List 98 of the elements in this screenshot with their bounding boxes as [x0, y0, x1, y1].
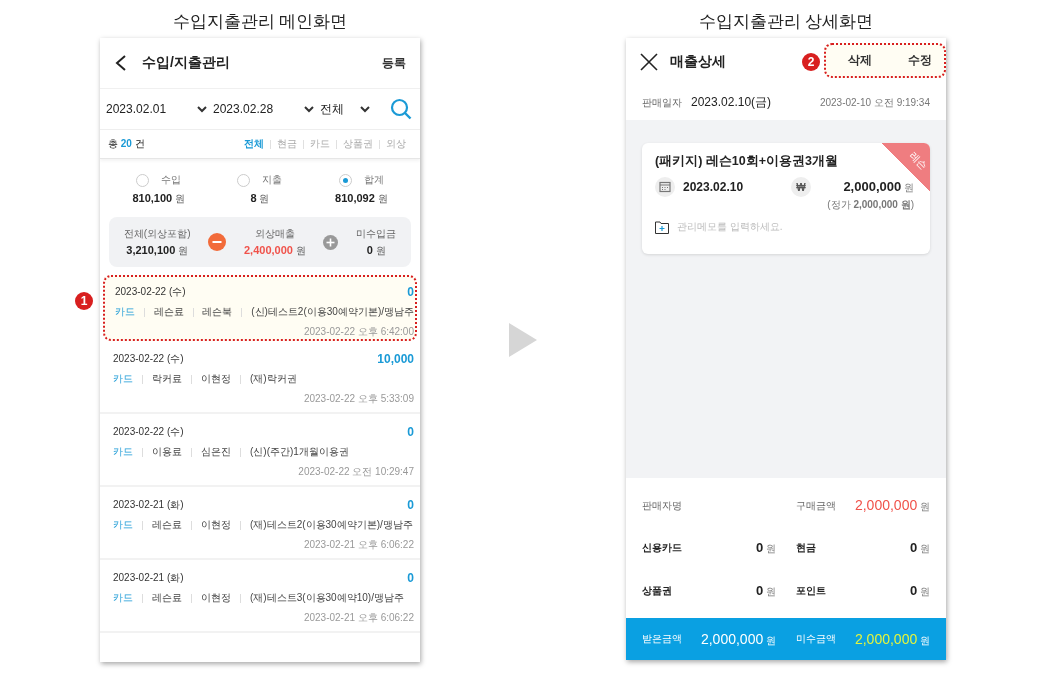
summary-label: 외상매출: [254, 226, 295, 241]
detail-label: 현금: [796, 541, 816, 555]
detail-amount: 2,000,000 원: [854, 497, 930, 514]
transaction-date: 2023-02-21 (화): [113, 498, 184, 512]
transaction-tag: 레슨료: [152, 591, 182, 605]
transaction-tag: 이용료: [152, 445, 182, 459]
transaction-tag: 이현정: [201, 372, 231, 386]
sale-date: 2023.02.10(금): [691, 94, 772, 111]
type-dropdown[interactable]: 전체: [320, 100, 376, 118]
transaction-tag: 이현정: [201, 591, 231, 605]
transaction-tag: (재)테스트3(이용30예약10)/맹남주: [250, 591, 404, 605]
transaction-amount: 10,000: [377, 352, 414, 366]
transaction-row[interactable]: 2023-02-21 (화) 0 카드 레슨료 이현정 (재)테스트3(이용30예약10)/맹남주 2023-02-21 오후 6:06:22: [100, 560, 420, 633]
created-timestamp: 2023-02-10 오전 9:19:34: [819, 95, 930, 110]
transaction-timestamp: 2023-02-22 오후 5:33:09: [303, 392, 414, 406]
footer-label: 받은금액: [642, 632, 682, 646]
transaction-row[interactable]: 2023-02-21 (화) 0 카드 레슨료 이현정 (재)테스트2(이용30예약기본)/맹남주 2023-02-21 오후 6:06:22: [100, 487, 420, 560]
transaction-tag: 심은진: [201, 445, 231, 459]
transaction-timestamp: 2023-02-21 오후 6:06:22: [303, 538, 414, 552]
footer-label: 미수금액: [796, 632, 836, 646]
summary-label: 전체(외상포함): [123, 226, 191, 241]
folder-plus-icon: [655, 220, 669, 234]
transaction-tag: 레슨료: [153, 305, 184, 319]
transaction-tag: (신)테스트2(이용30예약기본)/맹남주: [251, 305, 414, 319]
back-icon[interactable]: [114, 54, 128, 72]
list-price: (정가 2,000,000 원): [827, 199, 914, 210]
transaction-timestamp: 2023-02-22 오후 6:42:00: [303, 325, 414, 339]
chevron-down-icon: [360, 105, 370, 113]
chevron-down-icon: [197, 105, 207, 113]
transaction-timestamp: 2023-02-22 오전 10:29:47: [298, 465, 414, 479]
transaction-tag: (재)테스트2(이용30예약기본)/맹남주: [250, 518, 413, 532]
calendar-icon: [655, 177, 675, 197]
transaction-tag: 카드: [113, 591, 133, 605]
transaction-tag: 카드: [113, 372, 133, 386]
summary-amount: 3,210,100 원: [126, 243, 189, 258]
total-amount: 8 원: [250, 192, 270, 206]
sale-date-label: 판매일자: [642, 95, 682, 110]
transaction-tag: (재)락커권: [250, 372, 297, 386]
callout-number: 2: [802, 52, 820, 71]
transaction-tag: 락커료: [152, 372, 182, 386]
transaction-row[interactable]: 2023-02-22 (수) 10,000 카드 락커료 이현정 (재)락커권 2023-02-22 오후 5:33:09: [100, 341, 420, 414]
detail-label: 판매자명: [642, 498, 682, 513]
transaction-date: 2023-02-21 (화): [113, 571, 184, 585]
detail-amount: 0 원: [910, 540, 930, 556]
total-amount: 810,092 원: [335, 192, 388, 206]
transaction-tag: 이현정: [201, 518, 231, 532]
product-name: (패키지) 레슨10회+이용권3개월: [655, 153, 839, 170]
transaction-tag: 카드: [113, 445, 133, 459]
screen-caption: 수입지출관리 메인화면: [172, 11, 348, 33]
screen-title: 매출상세: [670, 52, 726, 71]
summary-label: 미수입금: [356, 226, 397, 241]
chevron-down-icon: [304, 105, 314, 113]
transaction-date: 2023-02-22 (수): [113, 425, 184, 439]
detail-label: 구매금액: [796, 498, 836, 513]
transaction-amount: 0: [407, 285, 414, 299]
product-date: 2023.02.10: [683, 180, 745, 194]
transaction-date: 2023-02-22 (수): [113, 352, 184, 366]
currency-symbol: ₩: [791, 177, 811, 197]
close-icon[interactable]: [640, 52, 658, 71]
detail-amount: 0 원: [756, 540, 776, 556]
detail-amount: 0 원: [756, 582, 776, 599]
screen-caption: 수입지출관리 상세화면: [698, 11, 874, 33]
transaction-tag: (신)(주간)1개월이용권: [250, 445, 349, 459]
transaction-date: 2023-02-22 (수): [115, 285, 186, 299]
radio-option[interactable]: 합계: [338, 173, 384, 187]
start-date-dropdown[interactable]: 2023.02.01: [106, 102, 213, 116]
detail-label: 상품권: [642, 583, 672, 598]
transaction-tag: 레슨북: [202, 305, 233, 319]
total-amount: 810,100 원: [132, 192, 185, 206]
footer-amount: 2,000,000 원: [854, 630, 930, 648]
transaction-tag: 카드: [115, 305, 135, 319]
action-button[interactable]: 삭제: [848, 52, 872, 69]
callout-number: 1: [75, 292, 93, 310]
detail-label: 신용카드: [642, 541, 682, 555]
transaction-row[interactable]: 2023-02-22 (수) 0 카드 레슨료 레슨북 (신)테스트2(이용30예약기본)/맹남주 2023-02-22 오후 6:42:00: [103, 275, 417, 341]
transaction-amount: 0: [407, 425, 414, 439]
plus-icon: [323, 234, 339, 250]
play-arrow-icon: [509, 323, 537, 357]
summary-amount: 0 원: [366, 243, 386, 258]
radio-option[interactable]: 지출: [237, 173, 283, 187]
register-button[interactable]: 등록: [382, 54, 406, 72]
screen-title: 수입/지출관리: [142, 54, 230, 72]
transaction-timestamp: 2023-02-21 오후 6:06:22: [303, 611, 414, 625]
result-count: 총 20 건: [108, 137, 145, 151]
transaction-tag: 레슨료: [152, 518, 182, 532]
footer-amount: 2,000,000 원: [700, 630, 776, 648]
radio-option[interactable]: 수입: [136, 173, 182, 187]
detail-label: 포인트: [796, 583, 826, 598]
minus-icon: [208, 233, 227, 251]
search-icon[interactable]: [390, 98, 412, 120]
end-date-dropdown[interactable]: 2023.02.28: [213, 102, 320, 116]
action-button[interactable]: 수정: [908, 52, 932, 69]
transaction-amount: 0: [407, 571, 414, 585]
transaction-tag: 카드: [113, 518, 133, 532]
transaction-amount: 0: [407, 498, 414, 512]
summary-amount: 2,400,000 원: [243, 243, 306, 258]
transaction-row[interactable]: 2023-02-22 (수) 0 카드 이용료 심은진 (신)(주간)1개월이용권 2023-02-22 오전 10:29:47: [100, 414, 420, 487]
detail-amount: 0 원: [910, 582, 930, 599]
